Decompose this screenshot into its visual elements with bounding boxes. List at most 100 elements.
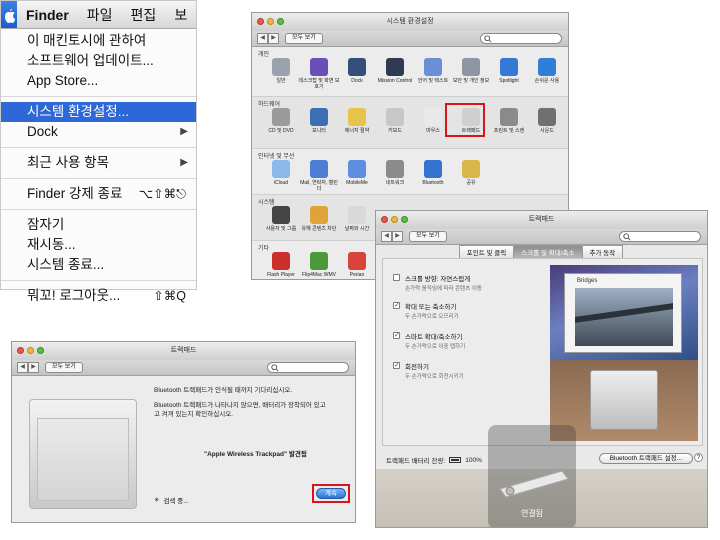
- menu-item-software-update[interactable]: 소프트웨어 업데이트...: [1, 51, 196, 71]
- option-zoom[interactable]: ✓ 확대 또는 축소하기 두 손가락으로 오므리기: [393, 301, 543, 320]
- hud-label: 연결됨: [520, 509, 544, 518]
- pref-pane-item[interactable]: 데스크탑 및 화면 보호기: [298, 58, 340, 90]
- menu-item-about[interactable]: 이 매킨토시에 관하여: [1, 31, 196, 51]
- pref-pane-item[interactable]: 일반: [260, 58, 302, 84]
- menubar-finder[interactable]: Finder: [17, 7, 78, 23]
- pref-pane-item[interactable]: Flash Player: [260, 252, 302, 278]
- option-desc: 두 손가락으로 회전시키기: [405, 374, 464, 380]
- pref-pane-item[interactable]: CD 및 DVD: [260, 108, 302, 134]
- section-title: 하드웨어: [258, 102, 281, 108]
- continue-button[interactable]: 계속: [316, 488, 346, 499]
- show-all-button[interactable]: 모두 보기: [409, 231, 447, 242]
- bluetooth-trackpad-setup-button[interactable]: Bluetooth 트랙패드 설정...: [598, 453, 693, 464]
- pref-pane-label: Flash Player: [267, 272, 295, 278]
- zoom-button[interactable]: [277, 18, 284, 25]
- minimize-button[interactable]: [267, 18, 274, 25]
- zoom-button[interactable]: [401, 216, 408, 223]
- pref-pane-item[interactable]: 키보드: [374, 108, 416, 134]
- submenu-arrow-icon: ▶: [180, 126, 188, 137]
- pref-pane-label: 공유: [466, 180, 476, 186]
- menubar-view[interactable]: 보: [165, 5, 196, 25]
- forward-button[interactable]: ▶: [268, 33, 279, 44]
- checkbox-rotate[interactable]: ✓: [393, 362, 400, 369]
- nav-buttons: ◀ ▶: [17, 362, 39, 373]
- tab-more-gestures[interactable]: 추가 동작: [581, 245, 624, 259]
- menu-item-shutdown[interactable]: 시스템 종료...: [1, 255, 196, 275]
- pref-pane-item[interactable]: 날짜와 시간: [336, 206, 378, 232]
- pref-pane-item[interactable]: MobileMe: [336, 160, 378, 186]
- pref-pane-label: 사용자 및 그룹: [265, 226, 297, 232]
- pref-pane-item[interactable]: 모니터: [298, 108, 340, 134]
- menubar-file[interactable]: 파일: [78, 5, 122, 25]
- menu-item-dock[interactable]: Dock ▶: [1, 122, 196, 142]
- back-button[interactable]: ◀: [17, 362, 28, 373]
- close-button[interactable]: [257, 18, 264, 25]
- menu-item-label: App Store...: [27, 73, 99, 88]
- pref-pane-label: Mission Control: [377, 78, 413, 84]
- menubar: Finder 파일 편집 보: [1, 1, 196, 29]
- minimize-button[interactable]: [27, 347, 34, 354]
- back-button[interactable]: ◀: [381, 231, 392, 242]
- pref-pane-icon: [348, 252, 366, 270]
- battery-icon: [449, 457, 462, 463]
- search-input[interactable]: [480, 33, 562, 44]
- pref-pane-item[interactable]: 유해 콘텐츠 차단: [298, 206, 340, 232]
- menu-item-label: 최근 사용 항목: [27, 155, 110, 170]
- options-panel: 스크롤 방향: 자연스럽게 손가락 움직임에 따라 콘텐츠 이동 ✓ 확대 또는…: [382, 258, 703, 446]
- pref-pane-item[interactable]: Mission Control: [374, 58, 416, 84]
- apple-logo-icon[interactable]: [1, 1, 17, 28]
- pref-pane-item[interactable]: 손쉬운 사용: [526, 58, 568, 84]
- pref-pane-item[interactable]: Flip4Mac WMV: [298, 252, 340, 278]
- pref-pane-item[interactable]: iCloud: [260, 160, 302, 186]
- tab-scroll-and-zoom[interactable]: 스크롤 및 확대/축소: [513, 245, 583, 259]
- menu-item-system-preferences[interactable]: 시스템 환경설정...: [1, 102, 196, 122]
- pref-pane-item[interactable]: Perian: [336, 252, 378, 278]
- pref-pane-item[interactable]: 언어 및 텍스트: [412, 58, 454, 84]
- menu-item-logout[interactable]: 뭐꼬! 로그아웃... ⇧⌘Q: [1, 286, 196, 306]
- pref-pane-item[interactable]: 에너지 절약: [336, 108, 378, 134]
- pref-pane-icon: [348, 58, 366, 76]
- close-button[interactable]: [17, 347, 24, 354]
- tab-point-and-click[interactable]: 포인트 및 클릭: [458, 245, 515, 259]
- menubar-edit[interactable]: 편집: [122, 5, 166, 25]
- checkbox-scroll-direction[interactable]: [393, 274, 400, 281]
- search-input[interactable]: [267, 362, 349, 373]
- pref-pane-label: 에너지 절약: [344, 128, 370, 134]
- back-button[interactable]: ◀: [257, 33, 268, 44]
- pref-pane-item[interactable]: Mail, 연락처, 캘린더: [298, 160, 340, 192]
- checkbox-zoom[interactable]: ✓: [393, 302, 400, 309]
- search-icon: [623, 233, 631, 241]
- menu-item-label: 시스템 환경설정...: [27, 104, 129, 119]
- menu-item-recent-items[interactable]: 최근 사용 항목 ▶: [1, 153, 196, 173]
- minimize-button[interactable]: [391, 216, 398, 223]
- show-all-button[interactable]: 모두 보기: [45, 362, 83, 373]
- trackpad-preferences-window: 트랙패드 ◀ ▶ 모두 보기 포인트 및 클릭 스크롤 및 확대/축소 추가 동…: [375, 210, 708, 528]
- pref-pane-item[interactable]: 보안 및 개인 정보: [450, 58, 492, 84]
- forward-button[interactable]: ▶: [28, 362, 39, 373]
- option-rotate[interactable]: ✓ 회전하기 두 손가락으로 회전시키기: [393, 361, 543, 380]
- forward-button[interactable]: ▶: [392, 231, 403, 242]
- pref-pane-item[interactable]: 사운드: [526, 108, 568, 134]
- option-smart-zoom[interactable]: ✓ 스마트 확대/축소하기 두 손가락으로 이중 탭하기: [393, 331, 543, 350]
- pref-pane-item[interactable]: Dock: [336, 58, 378, 84]
- pref-pane-item[interactable]: 사용자 및 그룹: [260, 206, 302, 232]
- option-scroll-direction[interactable]: 스크롤 방향: 자연스럽게 손가락 움직임에 따라 콘텐츠 이동: [393, 273, 543, 292]
- search-input[interactable]: [619, 231, 701, 242]
- submenu-arrow-icon: ▶: [180, 157, 188, 168]
- pref-pane-item[interactable]: 공유: [450, 160, 492, 186]
- pref-pane-item[interactable]: Spotlight: [488, 58, 530, 84]
- menu-item-app-store[interactable]: App Store...: [1, 71, 196, 91]
- pref-pane-icon: [310, 108, 328, 126]
- checkbox-smart-zoom[interactable]: ✓: [393, 332, 400, 339]
- pref-pane-item[interactable]: 프린트 및 스캔: [488, 108, 530, 134]
- show-all-button[interactable]: 모두 보기: [285, 33, 323, 44]
- menu-item-force-quit[interactable]: Finder 강제 종료 ⌥⇧⌘⎋: [1, 184, 196, 204]
- close-button[interactable]: [381, 216, 388, 223]
- menu-item-sleep[interactable]: 잠자기: [1, 215, 196, 235]
- pref-pane-item[interactable]: 네트워크: [374, 160, 416, 186]
- help-button[interactable]: ?: [694, 453, 703, 462]
- menu-item-restart[interactable]: 재시동...: [1, 235, 196, 255]
- zoom-button[interactable]: [37, 347, 44, 354]
- section-personal: 개인 일반 데스크탑 및 화면 보호기 Dock Mission Control 언어 …: [252, 47, 568, 97]
- pref-pane-item[interactable]: Bluetooth: [412, 160, 454, 186]
